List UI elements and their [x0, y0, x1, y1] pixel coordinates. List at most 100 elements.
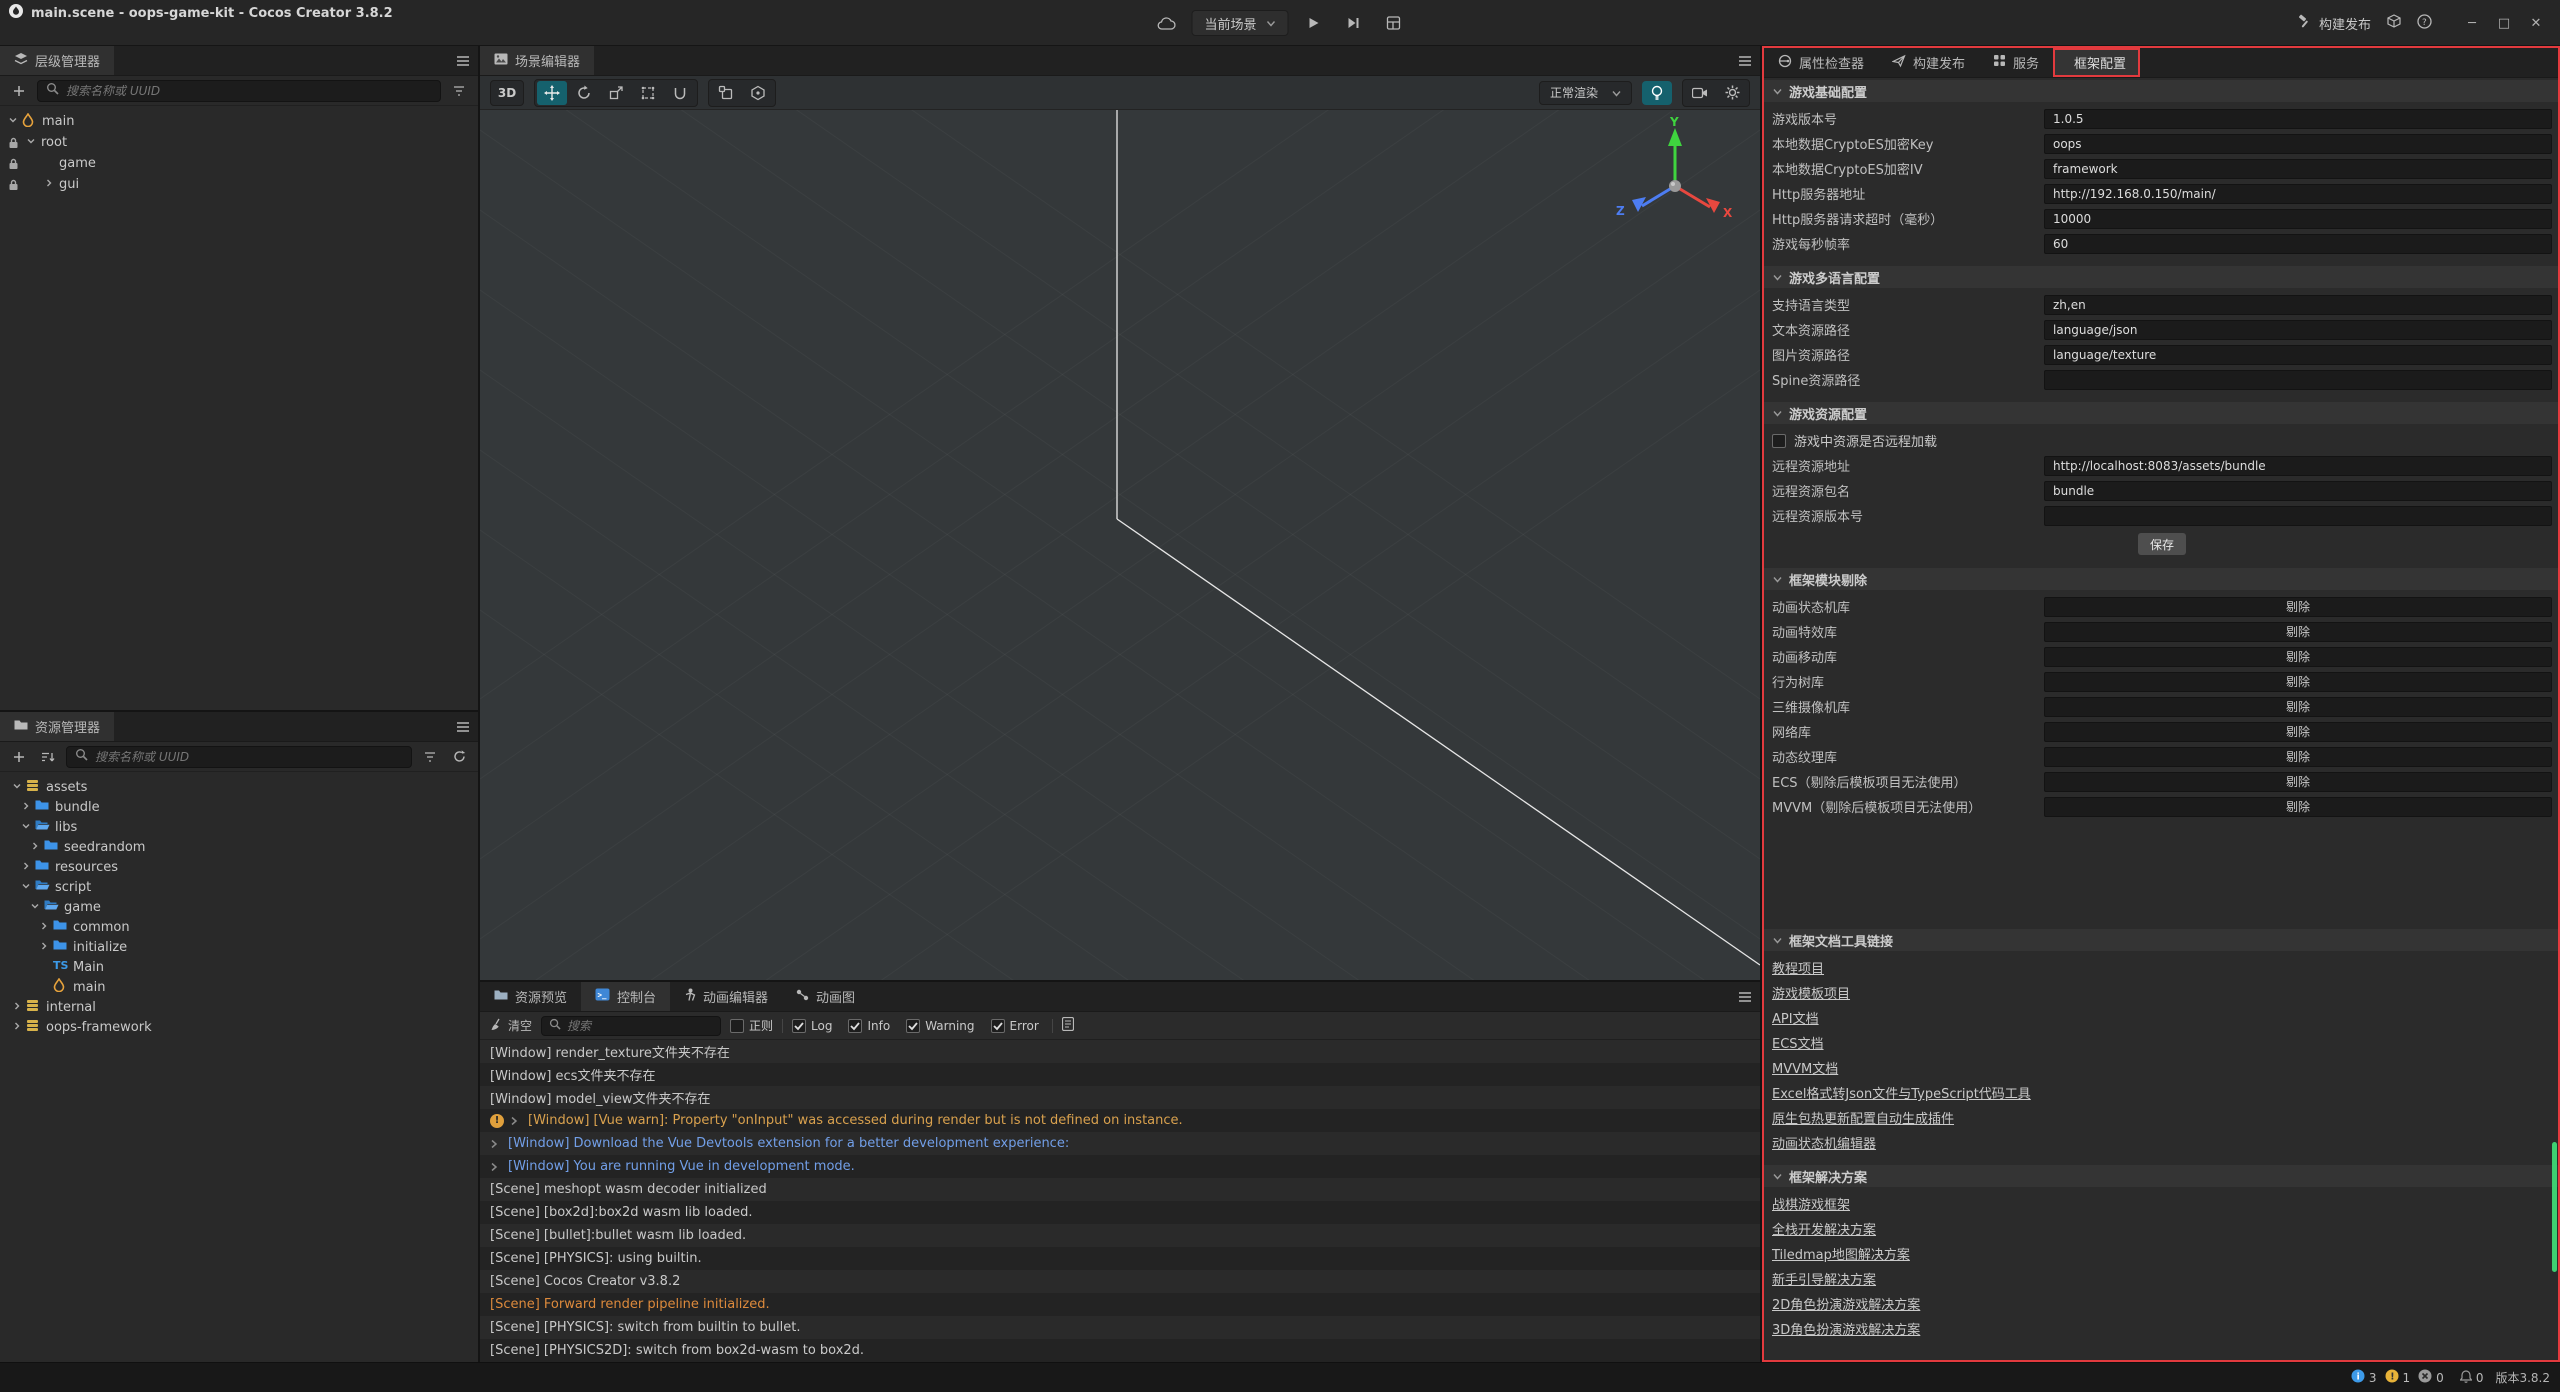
inspector-tab[interactable]: 框架配置 — [2053, 48, 2140, 77]
play-button[interactable] — [1299, 10, 1329, 36]
log-row[interactable]: [Scene] Forward render pipeline initiali… — [480, 1293, 1760, 1316]
camera-icon[interactable] — [1685, 81, 1715, 105]
gear-icon[interactable] — [1717, 81, 1747, 105]
expand-arrow[interactable] — [21, 820, 35, 835]
section-header-language[interactable]: 游戏多语言配置 — [1764, 266, 2558, 288]
scene-viewport[interactable]: Y X Z — [480, 110, 1760, 980]
refresh-icon[interactable] — [448, 746, 470, 768]
tree-item[interactable]: assets — [0, 777, 478, 797]
error-counter[interactable]: 0 — [2418, 1369, 2444, 1386]
tree-item[interactable]: game — [0, 897, 478, 917]
log-filter-checkbox[interactable]: Log — [792, 1019, 832, 1033]
config-input[interactable]: 60 — [2044, 234, 2552, 254]
orientation-gizmo[interactable]: Y X Z — [1610, 114, 1740, 239]
tree-item[interactable]: main — [0, 111, 478, 132]
minimize-button[interactable]: ─ — [2458, 10, 2486, 36]
expand-arrow-icon[interactable] — [490, 1162, 502, 1172]
doc-link[interactable]: MVVM文档 — [1772, 1058, 1838, 1077]
doc-link[interactable]: 游戏模板项目 — [1772, 983, 1850, 1002]
inspector-tab[interactable]: 服务 — [1979, 48, 2053, 77]
log-row[interactable]: [Scene] [box2d]:box2d wasm lib loaded. — [480, 1201, 1760, 1224]
expand-arrow[interactable] — [30, 900, 44, 915]
tree-item[interactable]: internal — [0, 997, 478, 1017]
config-input[interactable]: http://localhost:8083/assets/bundle — [2044, 456, 2552, 476]
doc-link[interactable]: API文档 — [1772, 1008, 1819, 1027]
tree-item[interactable]: common — [0, 917, 478, 937]
expand-arrow[interactable] — [26, 135, 40, 150]
tree-item[interactable]: TS Main — [0, 957, 478, 977]
section-header-basic[interactable]: 游戏基础配置 — [1764, 80, 2558, 102]
log-row[interactable]: [Scene] [PHYSICS2D]: switch from box2d-w… — [480, 1339, 1760, 1362]
maximize-button[interactable]: □ — [2490, 10, 2518, 36]
layout-grid-button[interactable] — [1379, 10, 1409, 36]
remove-module-button[interactable]: 剔除 — [2044, 747, 2552, 767]
log-filter-checkbox[interactable]: Info — [848, 1019, 890, 1033]
current-scene-select[interactable]: 当前场景 — [1191, 10, 1288, 36]
console-menu-icon[interactable] — [1738, 982, 1752, 1012]
tree-item[interactable]: script — [0, 877, 478, 897]
expand-arrow[interactable] — [30, 840, 44, 855]
expand-arrow-icon[interactable] — [490, 1139, 502, 1149]
tree-item[interactable]: main — [0, 977, 478, 997]
remove-module-button[interactable]: 剔除 — [2044, 772, 2552, 792]
remove-module-button[interactable]: 剔除 — [2044, 647, 2552, 667]
expand-arrow[interactable] — [12, 1000, 26, 1015]
build-publish-button[interactable]: 构建发布 — [2297, 14, 2371, 33]
expand-arrow-icon[interactable] — [510, 1116, 522, 1126]
log-row[interactable]: [Scene] [bullet]:bullet wasm lib loaded. — [480, 1224, 1760, 1247]
move-tool-button[interactable] — [537, 81, 567, 105]
expand-arrow[interactable] — [44, 177, 58, 192]
expand-arrow[interactable] — [39, 940, 53, 955]
tree-item[interactable]: resources — [0, 857, 478, 877]
tree-item[interactable]: seedrandom — [0, 837, 478, 857]
config-input[interactable] — [2044, 506, 2552, 526]
notification-counter[interactable]: 0 — [2460, 1370, 2484, 1386]
remove-module-button[interactable]: 剔除 — [2044, 672, 2552, 692]
regex-checkbox[interactable]: 正则 — [730, 1017, 773, 1034]
solution-link[interactable]: 2D角色扮演游戏解决方案 — [1772, 1294, 1920, 1313]
section-header-modules[interactable]: 框架模块剔除 — [1764, 568, 2558, 590]
remove-module-button[interactable]: 剔除 — [2044, 722, 2552, 742]
hierarchy-menu-icon[interactable] — [456, 46, 470, 76]
snap-corner-button[interactable] — [711, 81, 741, 105]
config-input[interactable]: language/json — [2044, 320, 2552, 340]
log-row[interactable]: [Scene] [PHYSICS]: using builtin. — [480, 1247, 1760, 1270]
section-header-docs[interactable]: 框架文档工具链接 — [1764, 929, 2558, 951]
tab-hierarchy[interactable]: 层级管理器 — [0, 46, 114, 75]
log-row[interactable]: [Scene] [PHYSICS]: switch from builtin t… — [480, 1316, 1760, 1339]
log-filter-checkbox[interactable]: Error — [991, 1019, 1039, 1033]
console-tab[interactable]: 资源预览 — [480, 982, 581, 1011]
rect-tool-button[interactable] — [633, 81, 663, 105]
config-input[interactable]: 10000 — [2044, 209, 2552, 229]
hierarchy-search-input[interactable] — [66, 84, 432, 98]
tree-item[interactable]: bundle — [0, 797, 478, 817]
tree-item[interactable]: oops-framework — [0, 1017, 478, 1037]
log-detail-icon[interactable] — [1062, 1017, 1074, 1035]
console-tab[interactable]: >_ 控制台 — [581, 982, 670, 1011]
scale-tool-button[interactable] — [601, 81, 631, 105]
log-row[interactable]: [Window] render_texture文件夹不存在 — [480, 1040, 1760, 1063]
tree-item[interactable]: game — [0, 153, 478, 174]
tree-item[interactable]: gui — [0, 174, 478, 195]
section-header-solutions[interactable]: 框架解决方案 — [1764, 1165, 2558, 1187]
remote-load-checkbox[interactable]: 游戏中资源是否远程加载 — [1772, 428, 2552, 453]
tab-scene-editor[interactable]: 场景编辑器 — [480, 46, 594, 75]
mode-3d-button[interactable]: 3D — [490, 80, 524, 106]
log-row[interactable]: [Scene] Cocos Creator v3.8.2 — [480, 1270, 1760, 1293]
log-row[interactable]: [Scene] meshopt wasm decoder initialized — [480, 1178, 1760, 1201]
create-node-button[interactable] — [8, 80, 30, 102]
scene-menu-icon[interactable] — [1738, 46, 1752, 76]
assets-search-input[interactable] — [95, 750, 403, 764]
solution-link[interactable]: 战棋游戏框架 — [1772, 1194, 1850, 1213]
rotate-tool-button[interactable] — [569, 81, 599, 105]
log-filter-checkbox[interactable]: Warning — [906, 1019, 974, 1033]
log-row[interactable]: ! [Window] [Vue warn]: Property "onInput… — [480, 1109, 1760, 1132]
console-tab[interactable]: 动画编辑器 — [670, 982, 782, 1011]
package-icon[interactable] — [2387, 14, 2401, 32]
expand-arrow[interactable] — [12, 1020, 26, 1035]
inspector-scrollbar-thumb[interactable] — [2552, 1142, 2557, 1272]
expand-arrow[interactable] — [8, 114, 22, 129]
console-search-input[interactable] — [567, 1019, 687, 1033]
sort-assets-icon[interactable] — [37, 746, 59, 768]
remove-module-button[interactable]: 剔除 — [2044, 697, 2552, 717]
